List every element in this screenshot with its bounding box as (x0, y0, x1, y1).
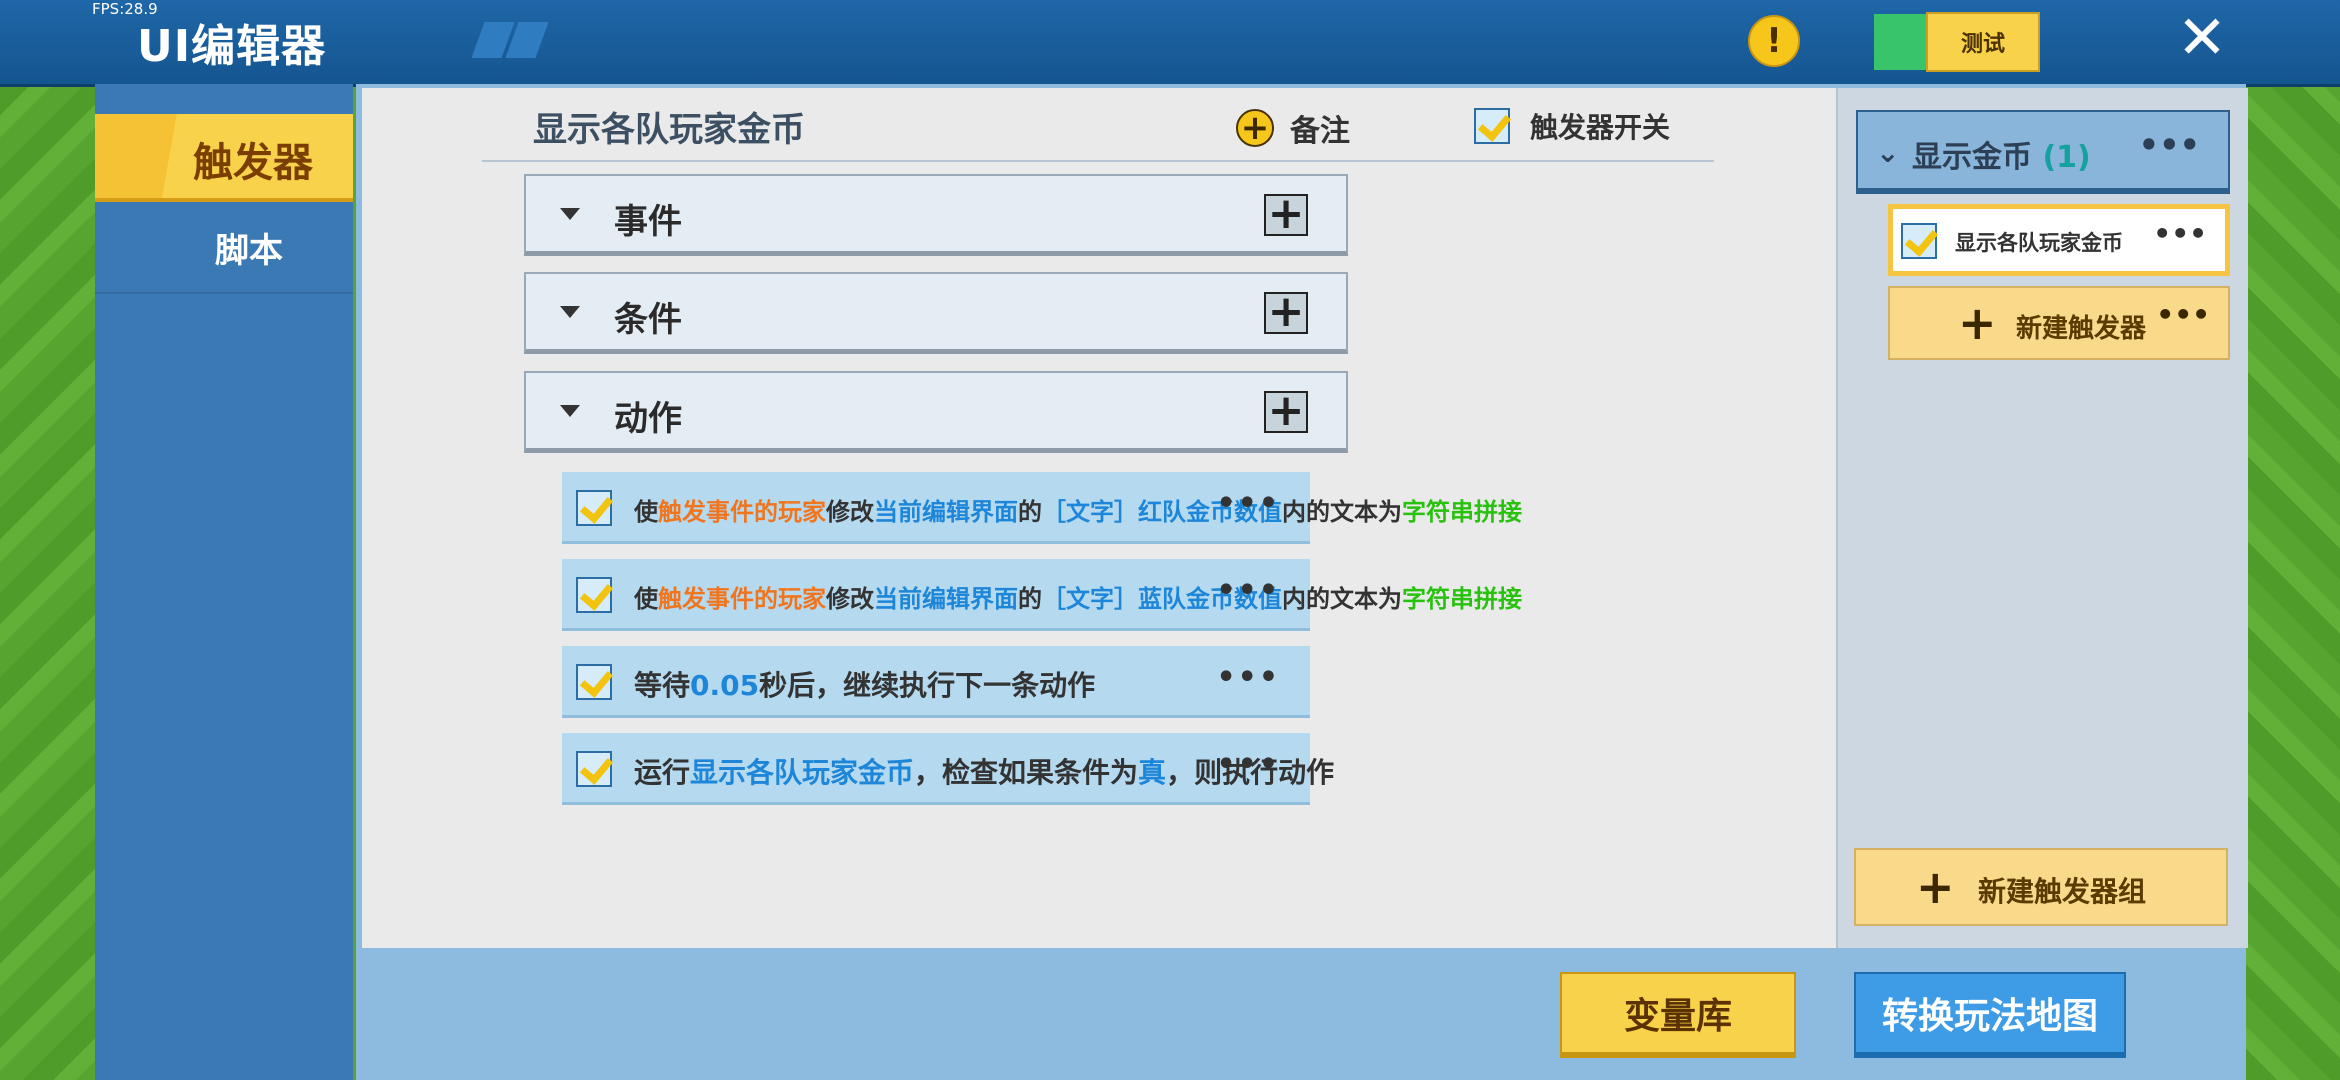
action-text-part: 内的文本为 (1282, 585, 1402, 613)
action-text[interactable]: 使触发事件的玩家修改当前编辑界面的［文字］蓝队金币数值内的文本为字符串拼接 (634, 579, 1522, 614)
background-grass-right (2246, 84, 2340, 1080)
section-action[interactable]: 动作 + (524, 371, 1348, 453)
main-area: 显示各队玩家金币 + 备注 触发器开关 事件 + 条件 + 动作 + 使触发事件… (356, 84, 2248, 1080)
checkbox-checked-icon[interactable] (576, 664, 612, 700)
sidebar-item-label: 触发器 (193, 140, 313, 186)
more-options-icon[interactable]: ••• (1216, 747, 1280, 782)
variables-button[interactable]: 变量库 (1560, 972, 1796, 1058)
checkbox-checked-icon[interactable] (1474, 108, 1510, 144)
section-label: 条件 (614, 300, 682, 340)
checkbox-checked-icon[interactable] (576, 490, 612, 526)
sidebar-item-scripts[interactable]: 脚本 (95, 198, 353, 294)
action-text-part: 内的文本为 (1282, 498, 1402, 526)
more-options-icon[interactable]: ••• (1216, 573, 1280, 608)
collapse-triangle-icon[interactable] (560, 405, 580, 417)
note-label: 备注 (1290, 114, 1350, 149)
collapse-triangle-icon[interactable] (560, 208, 580, 220)
group-label: 显示金币 (1) (1912, 132, 2091, 176)
action-text-part: 秒后，继续执行下一条动作 (759, 669, 1096, 702)
new-trigger-group-button[interactable]: + 新建触发器组 (1854, 848, 2228, 926)
add-note-icon: + (1236, 109, 1274, 147)
action-param-bool[interactable]: 真 (1138, 756, 1166, 789)
section-condition[interactable]: 条件 + (524, 272, 1348, 354)
trigger-title[interactable]: 显示各队玩家金币 (533, 102, 805, 151)
sidebar-item-label: 脚本 (215, 231, 283, 271)
action-param-player[interactable]: 触发事件的玩家 (658, 498, 826, 526)
action-text-part: 使 (634, 498, 658, 526)
exclamation-icon[interactable]: ! (1748, 15, 1800, 67)
new-trigger-label: 新建触发器 (2016, 314, 2147, 344)
checkbox-checked-icon[interactable] (1901, 223, 1937, 259)
more-options-icon[interactable]: ••• (1216, 486, 1280, 521)
more-options-icon[interactable]: ••• (2156, 298, 2210, 331)
new-trigger-button[interactable]: + 新建触发器 ••• (1888, 286, 2230, 360)
action-text-part: 等待 (634, 669, 691, 702)
checkbox-checked-icon[interactable] (576, 577, 612, 613)
more-options-icon[interactable]: ••• (1216, 660, 1280, 695)
trigger-list-panel: ⌄ 显示金币 (1) ••• 显示各队玩家金币 ••• + 新建触发器 ••• … (1836, 88, 2248, 948)
sidebar-item-triggers[interactable]: 触发器 (95, 114, 353, 202)
note-button[interactable]: + 备注 (1236, 106, 1350, 150)
action-param-ui[interactable]: 当前编辑界面 (874, 585, 1018, 613)
action-param-value[interactable]: 字符串拼接 (1402, 585, 1522, 613)
action-param-ui[interactable]: 当前编辑界面 (874, 498, 1018, 526)
checkbox-checked-icon[interactable] (576, 751, 612, 787)
action-text[interactable]: 使触发事件的玩家修改当前编辑界面的［文字］红队金币数值内的文本为字符串拼接 (634, 492, 1522, 527)
group-name: 显示金币 (1912, 140, 2032, 175)
action-text-part: 修改 (826, 498, 874, 526)
action-text-part: ，检查如果条件为 (914, 756, 1139, 789)
plus-icon: + (1958, 296, 1997, 350)
test-button[interactable]: 测试 (1926, 12, 2040, 72)
trigger-list-item[interactable]: 显示各队玩家金币 ••• (1888, 204, 2230, 276)
test-toggle-indicator[interactable] (1874, 14, 1930, 70)
trigger-editor: 显示各队玩家金币 + 备注 触发器开关 事件 + 条件 + 动作 + 使触发事件… (362, 88, 1836, 948)
action-text-part: 修改 (826, 585, 874, 613)
action-text[interactable]: 等待0.05秒后，继续执行下一条动作 (634, 664, 1095, 704)
close-icon[interactable]: ✕ (2176, 8, 2228, 68)
action-row[interactable]: 等待0.05秒后，继续执行下一条动作 ••• (562, 646, 1310, 718)
action-row[interactable]: 运行显示各队玩家金币，检查如果条件为真，则执行动作 ••• (562, 733, 1334, 805)
action-param-trigger[interactable]: 显示各队玩家金币 (690, 756, 914, 789)
action-param-seconds[interactable]: 0.05 (690, 669, 759, 702)
new-trigger-group-label: 新建触发器组 (1978, 875, 2147, 908)
action-row[interactable]: 使触发事件的玩家修改当前编辑界面的［文字］蓝队金币数值内的文本为字符串拼接 ••… (562, 559, 1522, 631)
background-grass-left (0, 84, 95, 1080)
add-action-button[interactable]: + (1264, 389, 1308, 433)
add-event-button[interactable]: + (1264, 192, 1308, 236)
action-text-part: 使 (634, 585, 658, 613)
collapse-triangle-icon[interactable] (560, 306, 580, 318)
section-event[interactable]: 事件 + (524, 174, 1348, 256)
add-condition-button[interactable]: + (1264, 290, 1308, 334)
trigger-switch-label: 触发器开关 (1530, 111, 1671, 144)
action-row[interactable]: 使触发事件的玩家修改当前编辑界面的［文字］红队金币数值内的文本为字符串拼接 ••… (562, 472, 1522, 544)
section-label: 动作 (614, 399, 682, 439)
group-count: (1) (2042, 140, 2091, 175)
trigger-item-label: 显示各队玩家金币 (1955, 231, 2123, 255)
more-options-icon[interactable]: ••• (2153, 217, 2207, 250)
action-param-value[interactable]: 字符串拼接 (1402, 498, 1522, 526)
plus-icon: + (1916, 860, 1955, 914)
app-title: UI编辑器 (137, 21, 327, 72)
action-text-part: 的 (1018, 498, 1042, 526)
trigger-switch[interactable]: 触发器开关 (1474, 106, 1670, 146)
action-param-player[interactable]: 触发事件的玩家 (658, 585, 826, 613)
sidebar: 触发器 脚本 (95, 84, 353, 1080)
title-bar: FPS:28.9 UI编辑器 ! 测试 ✕ (0, 0, 2340, 87)
action-text-part: 运行 (634, 756, 691, 789)
convert-map-button[interactable]: 转换玩法地图 (1854, 972, 2126, 1058)
action-text-part: 的 (1018, 585, 1042, 613)
more-options-icon[interactable]: ••• (2139, 126, 2200, 164)
section-label: 事件 (614, 202, 682, 242)
divider (482, 160, 1714, 162)
chevron-down-icon[interactable]: ⌄ (1876, 136, 1899, 169)
trigger-group-header[interactable]: ⌄ 显示金币 (1) ••• (1856, 110, 2230, 194)
